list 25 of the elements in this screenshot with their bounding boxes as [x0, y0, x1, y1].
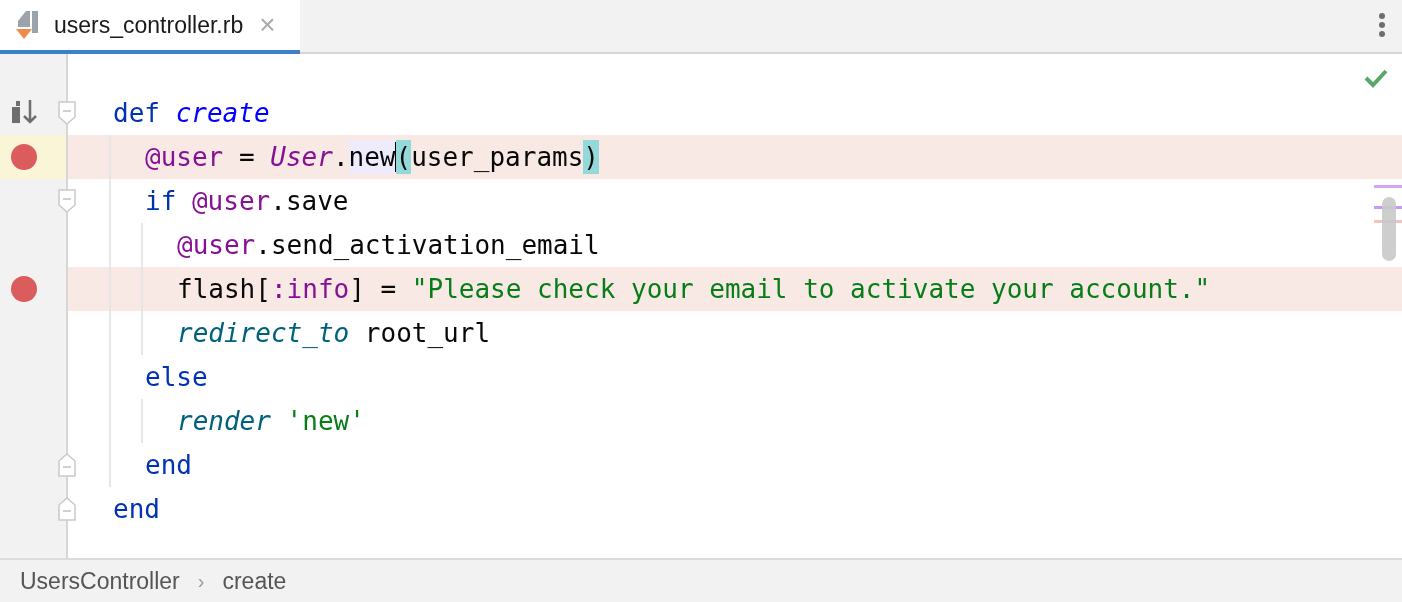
file-tab[interactable]: users_controller.rb ×	[0, 0, 300, 54]
breadcrumb[interactable]: create	[222, 563, 287, 599]
code-line: end	[145, 449, 192, 482]
breakpoint-icon[interactable]	[11, 276, 37, 302]
code-line: def create	[113, 97, 270, 130]
fold-icon[interactable]	[58, 497, 76, 521]
breadcrumb[interactable]: UsersController	[20, 563, 180, 599]
breadcrumb-separator: ›	[197, 569, 205, 594]
fold-icon[interactable]	[58, 453, 76, 477]
error-stripe-mark	[1374, 185, 1402, 188]
code-line: redirect_to root_url	[177, 317, 491, 350]
check-icon	[1364, 68, 1388, 88]
breakpoint-icon[interactable]	[11, 144, 37, 170]
code-line: else	[145, 361, 208, 394]
code-line: flash[:info] = "Please check your email to activate your account."	[177, 273, 1211, 306]
more-icon[interactable]	[1378, 13, 1386, 39]
tab-label: users_controller.rb	[54, 10, 244, 40]
code-line: render 'new'	[177, 405, 365, 438]
scrollbar-thumb[interactable]	[1382, 197, 1396, 261]
fold-icon[interactable]	[58, 189, 76, 213]
code-line: @user.send_activation_email	[177, 229, 600, 262]
code-line: end	[113, 493, 160, 526]
fold-icon[interactable]	[58, 101, 76, 125]
code-line: if @user.save	[145, 185, 349, 218]
code-line: @user = User.new(user_params)	[145, 139, 599, 176]
